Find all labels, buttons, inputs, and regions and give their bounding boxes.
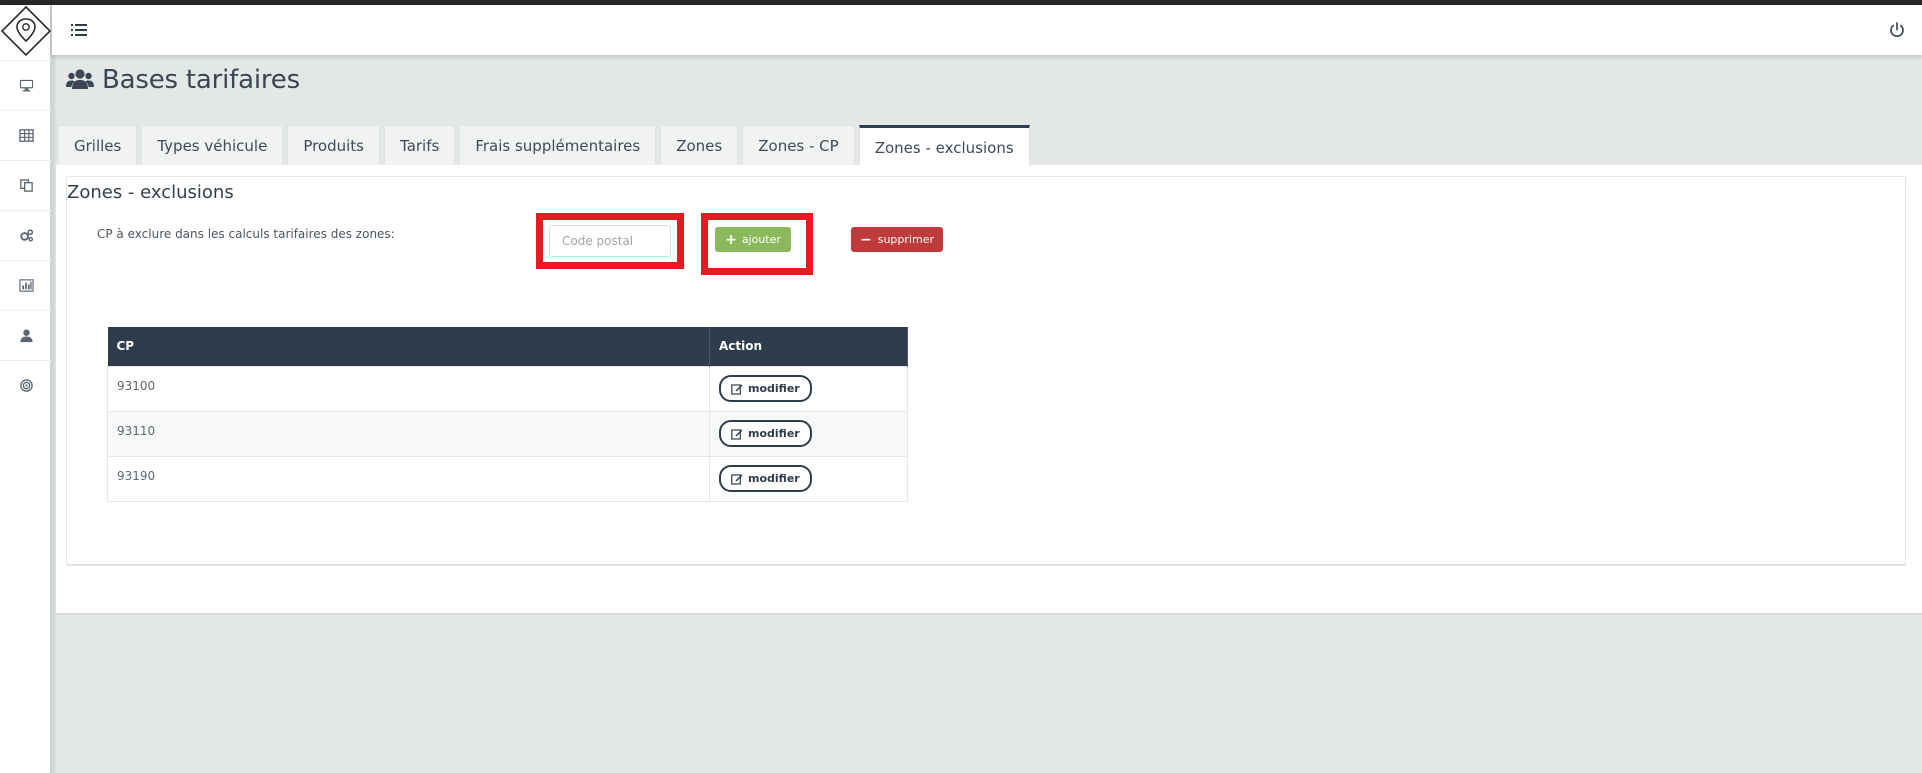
tab-zones-cp[interactable]: Zones - CP — [742, 125, 855, 166]
minus-icon: − — [860, 231, 872, 248]
edit-icon — [731, 473, 743, 485]
delete-button[interactable]: − supprimer — [851, 227, 943, 252]
app-logo[interactable] — [0, 5, 52, 57]
add-button-label: ajouter — [741, 233, 781, 246]
power-icon — [1890, 22, 1904, 38]
cp-cell: 93100 — [107, 365, 710, 412]
modify-button[interactable]: modifier — [719, 375, 812, 402]
table-row: 93110 modifier — [107, 410, 908, 457]
tab-produits[interactable]: Produits — [287, 125, 381, 166]
modify-button[interactable]: modifier — [719, 465, 812, 492]
tab-frais-supplementaires[interactable]: Frais supplémentaires — [459, 125, 657, 166]
sidebar-item-table[interactable] — [0, 110, 52, 160]
list-menu-icon — [71, 24, 87, 36]
exclusions-card: Zones - exclusions CP à exclure dans les… — [66, 176, 1906, 566]
postal-code-input[interactable] — [549, 225, 671, 257]
page-title-text: Bases tarifaires — [102, 65, 300, 95]
edit-icon — [731, 428, 743, 440]
add-button[interactable]: + ajouter — [715, 227, 791, 252]
users-group-icon — [66, 69, 94, 89]
tab-grilles[interactable]: Grilles — [58, 125, 138, 166]
sidebar-item-settings[interactable] — [0, 210, 52, 260]
copy-icon — [19, 179, 33, 192]
exclude-cp-label: CP à exclure dans les calculs tarifaires… — [97, 227, 395, 241]
modify-button-label: modifier — [748, 472, 800, 485]
sidebar-item-statistics[interactable] — [0, 260, 52, 310]
modify-button-label: modifier — [748, 382, 800, 395]
menu-toggle-button[interactable] — [70, 21, 88, 39]
card-title: Zones - exclusions — [67, 182, 234, 203]
tab-types-vehicule[interactable]: Types véhicule — [141, 125, 284, 166]
top-header — [52, 5, 1922, 55]
cp-cell: 93190 — [107, 455, 710, 502]
table-row: 93190 modifier — [107, 455, 908, 502]
sidebar-item-copy[interactable] — [0, 160, 52, 210]
exclusions-table: CP Action 93100 modifier 93110 modifier … — [107, 327, 908, 502]
action-cell: modifier — [709, 410, 908, 457]
tab-bar: Grilles Types véhicule Produits Tarifs F… — [58, 125, 1030, 167]
table-header-row: CP Action — [107, 327, 908, 366]
action-cell: modifier — [709, 455, 908, 502]
sidebar — [0, 5, 52, 773]
table-row: 93100 modifier — [107, 365, 908, 412]
tab-content-panel: Zones - exclusions CP à exclure dans les… — [56, 165, 1922, 615]
tab-zones[interactable]: Zones — [660, 125, 739, 166]
column-header-action: Action — [709, 327, 908, 366]
delete-button-label: supprimer — [877, 233, 934, 246]
edit-icon — [731, 383, 743, 395]
column-header-cp: CP — [107, 327, 710, 366]
page-title: Bases tarifaires — [66, 60, 300, 100]
sidebar-item-target[interactable] — [0, 360, 52, 410]
user-icon — [19, 329, 33, 343]
desktop-icon — [19, 79, 33, 92]
logout-button[interactable] — [1888, 21, 1906, 39]
target-icon — [19, 379, 33, 392]
table-icon — [18, 129, 34, 142]
sidebar-item-users[interactable] — [0, 310, 52, 360]
plus-icon: + — [725, 231, 737, 248]
tab-zones-exclusions[interactable]: Zones - exclusions — [858, 125, 1030, 167]
tab-tarifs[interactable]: Tarifs — [384, 125, 456, 166]
cp-cell: 93110 — [107, 410, 710, 457]
sidebar-item-desktop[interactable] — [0, 60, 52, 110]
modify-button[interactable]: modifier — [719, 420, 812, 447]
modify-button-label: modifier — [748, 427, 800, 440]
gears-icon — [19, 229, 33, 242]
bar-chart-icon — [18, 279, 34, 292]
map-pin-logo-icon — [0, 5, 52, 57]
action-cell: modifier — [709, 365, 908, 412]
